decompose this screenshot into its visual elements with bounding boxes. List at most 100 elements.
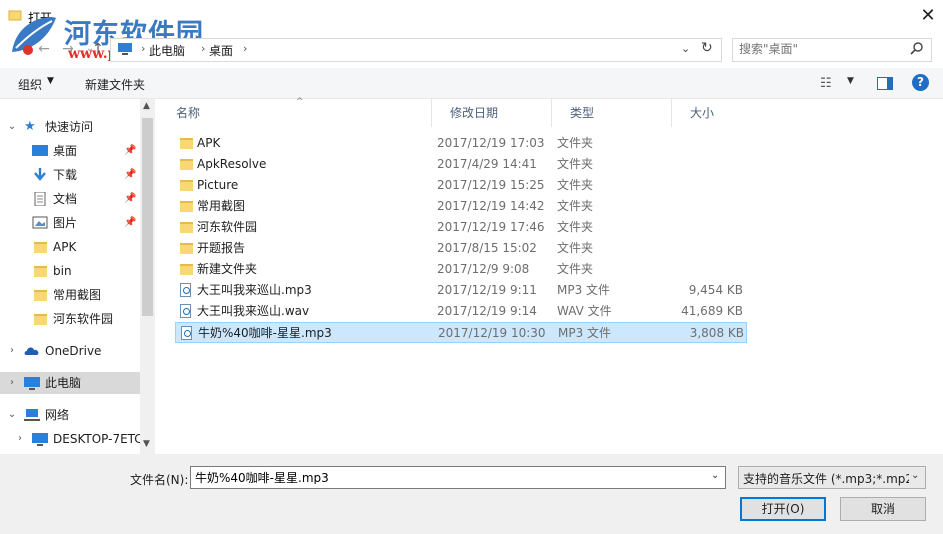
file-row[interactable]: 开题报告 2017/8/15 15:02 文件夹 — [175, 238, 747, 259]
file-type: 文件夹 — [557, 178, 594, 192]
chevron-expanded-icon[interactable]: ⌄ — [6, 116, 18, 138]
pin-icon[interactable]: 📌 — [124, 188, 136, 210]
refresh-icon[interactable]: ↻ — [701, 40, 713, 56]
file-row[interactable]: APK 2017/12/19 17:03 文件夹 — [175, 133, 747, 154]
filetype-select[interactable]: 支持的音乐文件 (*.mp3;*.mp2; ⌄ — [738, 466, 926, 489]
search-box[interactable] — [732, 38, 932, 62]
nav-item-label: bin — [53, 264, 72, 278]
nav-item-label: DESKTOP-7ETC — [53, 432, 140, 446]
file-row[interactable]: 牛奶%40咖啡-星星.mp3 2017/12/19 10:30 MP3 文件 3,80… — [175, 322, 747, 343]
column-header-size[interactable]: 大小 — [672, 99, 792, 127]
file-type: 文件夹 — [557, 220, 594, 234]
address-bar[interactable]: › 此电脑 › 桌面 › ⌄ ↻ — [110, 38, 722, 62]
download-icon — [34, 168, 46, 181]
nav-item-downloads[interactable]: 下载 📌 — [0, 164, 140, 186]
chevron-down-icon[interactable]: ⌄ — [711, 470, 719, 481]
pin-icon[interactable]: 📌 — [124, 212, 136, 234]
chevron-right-icon[interactable]: › — [6, 372, 18, 394]
file-name: APK — [197, 136, 221, 150]
nav-item-label: OneDrive — [45, 344, 102, 358]
folder-icon — [180, 159, 193, 170]
view-options-icon[interactable]: ☷ — [820, 76, 832, 91]
scroll-up-icon[interactable]: ▲ — [143, 101, 150, 111]
help-icon[interactable]: ? — [912, 74, 929, 91]
cancel-button[interactable]: 取消 — [840, 497, 926, 521]
nav-item-bin[interactable]: bin — [0, 260, 140, 282]
new-folder-button[interactable]: 新建文件夹 — [85, 76, 145, 93]
caret-down-icon[interactable]: ▼ — [47, 76, 54, 86]
nav-item-onedrive[interactable]: › OneDrive — [0, 340, 140, 362]
column-header-name[interactable]: 名称 — [158, 99, 432, 127]
search-input[interactable] — [739, 42, 899, 56]
file-type: 文件夹 — [557, 241, 594, 255]
file-name: 大王叫我来巡山.mp3 — [197, 283, 312, 297]
folder-icon — [34, 314, 47, 325]
navigation-pane: ⌄ ★ 快速访问 桌面 📌 下载 📌 文档 📌 图片 📌 APK bin 常用截… — [0, 99, 155, 454]
nav-item-screenshots[interactable]: 常用截图 — [0, 284, 140, 306]
caret-down-icon[interactable]: ▼ — [847, 76, 854, 86]
preview-pane-icon[interactable] — [877, 77, 893, 90]
folder-icon — [180, 180, 193, 191]
folder-icon — [180, 201, 193, 212]
file-name: Picture — [197, 178, 239, 192]
file-type: MP3 文件 — [558, 326, 612, 340]
computer-icon — [24, 377, 40, 390]
file-row[interactable]: Picture 2017/12/19 15:25 文件夹 — [175, 175, 747, 196]
organize-button[interactable]: 组织 — [18, 76, 42, 93]
nav-item-network[interactable]: ⌄ 网络 — [0, 404, 140, 426]
folder-icon — [180, 243, 193, 254]
breadcrumb-this-pc[interactable]: 此电脑 — [149, 42, 185, 59]
scroll-down-icon[interactable]: ▼ — [143, 439, 150, 449]
chevron-down-icon[interactable]: ⌄ — [681, 42, 690, 55]
pin-icon[interactable]: 📌 — [124, 164, 136, 186]
file-row[interactable]: 河东软件园 2017/12/19 17:46 文件夹 — [175, 217, 747, 238]
open-button[interactable]: 打开(O) — [740, 497, 826, 521]
file-type: 文件夹 — [557, 136, 594, 150]
nav-item-label: 此电脑 — [45, 376, 82, 390]
nav-item-pictures[interactable]: 图片 📌 — [0, 212, 140, 234]
folder-icon — [180, 222, 193, 233]
file-name: ApkResolve — [197, 157, 267, 171]
close-button[interactable]: ✕ — [918, 6, 938, 26]
column-header-date[interactable]: 修改日期 — [432, 99, 552, 127]
breadcrumb-desktop[interactable]: 桌面 — [209, 42, 233, 59]
nav-item-desktop[interactable]: 桌面 📌 — [0, 140, 140, 162]
filename-combobox[interactable]: ⌄ — [190, 466, 726, 489]
nav-item-label: 常用截图 — [53, 288, 102, 302]
picture-icon — [32, 216, 48, 229]
up-button[interactable]: ↑ — [88, 38, 108, 60]
nav-scrollbar-thumb[interactable] — [142, 118, 153, 316]
nav-item-quick-access[interactable]: ⌄ ★ 快速访问 — [0, 116, 140, 138]
file-date: 2017/12/9 9:08 — [437, 262, 530, 276]
nav-item-label: 下载 — [53, 168, 78, 182]
nav-item-hedong[interactable]: 河东软件园 — [0, 308, 140, 330]
breadcrumb-separator[interactable]: › — [243, 42, 247, 55]
file-row[interactable]: 新建文件夹 2017/12/9 9:08 文件夹 — [175, 259, 747, 280]
search-icon[interactable] — [909, 41, 925, 57]
file-row[interactable]: ApkResolve 2017/4/29 14:41 文件夹 — [175, 154, 747, 175]
chevron-expanded-icon[interactable]: ⌄ — [6, 404, 18, 426]
chevron-down-icon[interactable]: ⌄ — [911, 470, 919, 481]
nav-item-label: 文档 — [53, 192, 78, 206]
column-header-type[interactable]: 类型 — [552, 99, 672, 127]
filename-input[interactable] — [195, 470, 695, 484]
pin-icon[interactable]: 📌 — [124, 140, 136, 162]
file-name: 大王叫我来巡山.wav — [197, 304, 310, 318]
nav-item-documents[interactable]: 文档 📌 — [0, 188, 140, 210]
nav-item-this-pc[interactable]: › 此电脑 — [0, 372, 140, 394]
file-date: 2017/12/19 15:25 — [437, 178, 545, 192]
file-type: 文件夹 — [557, 199, 594, 213]
file-row[interactable]: 常用截图 2017/12/19 14:42 文件夹 — [175, 196, 747, 217]
file-type: WAV 文件 — [557, 304, 612, 318]
chevron-right-icon[interactable]: › — [14, 428, 26, 450]
forward-button[interactable]: → — [58, 38, 78, 60]
back-button[interactable]: ← — [34, 38, 54, 60]
file-row[interactable]: 大王叫我来巡山.mp3 2017/12/19 9:11 MP3 文件 9,454 KB — [175, 280, 747, 301]
nav-item-apk[interactable]: APK — [0, 236, 140, 258]
file-name: 河东软件园 — [197, 220, 258, 234]
chevron-right-icon[interactable]: › — [6, 340, 18, 362]
file-row[interactable]: 大王叫我来巡山.wav 2017/12/19 9:14 WAV 文件 41,689 K… — [175, 301, 747, 322]
breadcrumb-separator[interactable]: › — [201, 42, 205, 55]
nav-item-label: APK — [53, 240, 77, 254]
nav-item-desktop-pc[interactable]: › DESKTOP-7ETC — [0, 428, 140, 450]
